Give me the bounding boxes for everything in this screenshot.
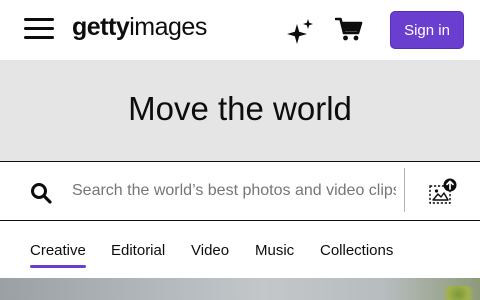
hero-banner: Move the world [0, 60, 480, 161]
content-type-tabs: Creative Editorial Video Music Collectio… [0, 221, 480, 278]
search-bar [0, 161, 480, 221]
tab-video[interactable]: Video [191, 242, 229, 259]
tab-collections[interactable]: Collections [320, 242, 393, 259]
hero-title: Move the world [128, 90, 352, 127]
tab-editorial[interactable]: Editorial [111, 242, 165, 259]
sparkle-icon[interactable] [286, 18, 314, 44]
tab-creative[interactable]: Creative [30, 242, 86, 268]
search-by-image-icon[interactable] [428, 178, 458, 206]
photo-foliage [444, 286, 480, 300]
shopping-cart-icon[interactable] [335, 16, 363, 42]
search-input[interactable] [72, 176, 396, 206]
logo-regular-part: images [129, 13, 207, 41]
hamburger-menu-icon[interactable] [24, 18, 54, 40]
gettyimages-logo[interactable]: gettyimages [72, 13, 207, 42]
magnifier-icon[interactable] [30, 182, 52, 204]
search-divider [404, 168, 405, 212]
hero-photo[interactable] [0, 278, 480, 300]
site-header: gettyimages Sign in [0, 0, 480, 60]
tab-music[interactable]: Music [255, 242, 294, 259]
logo-bold-part: getty [72, 13, 130, 41]
sign-in-button[interactable]: Sign in [390, 11, 464, 49]
